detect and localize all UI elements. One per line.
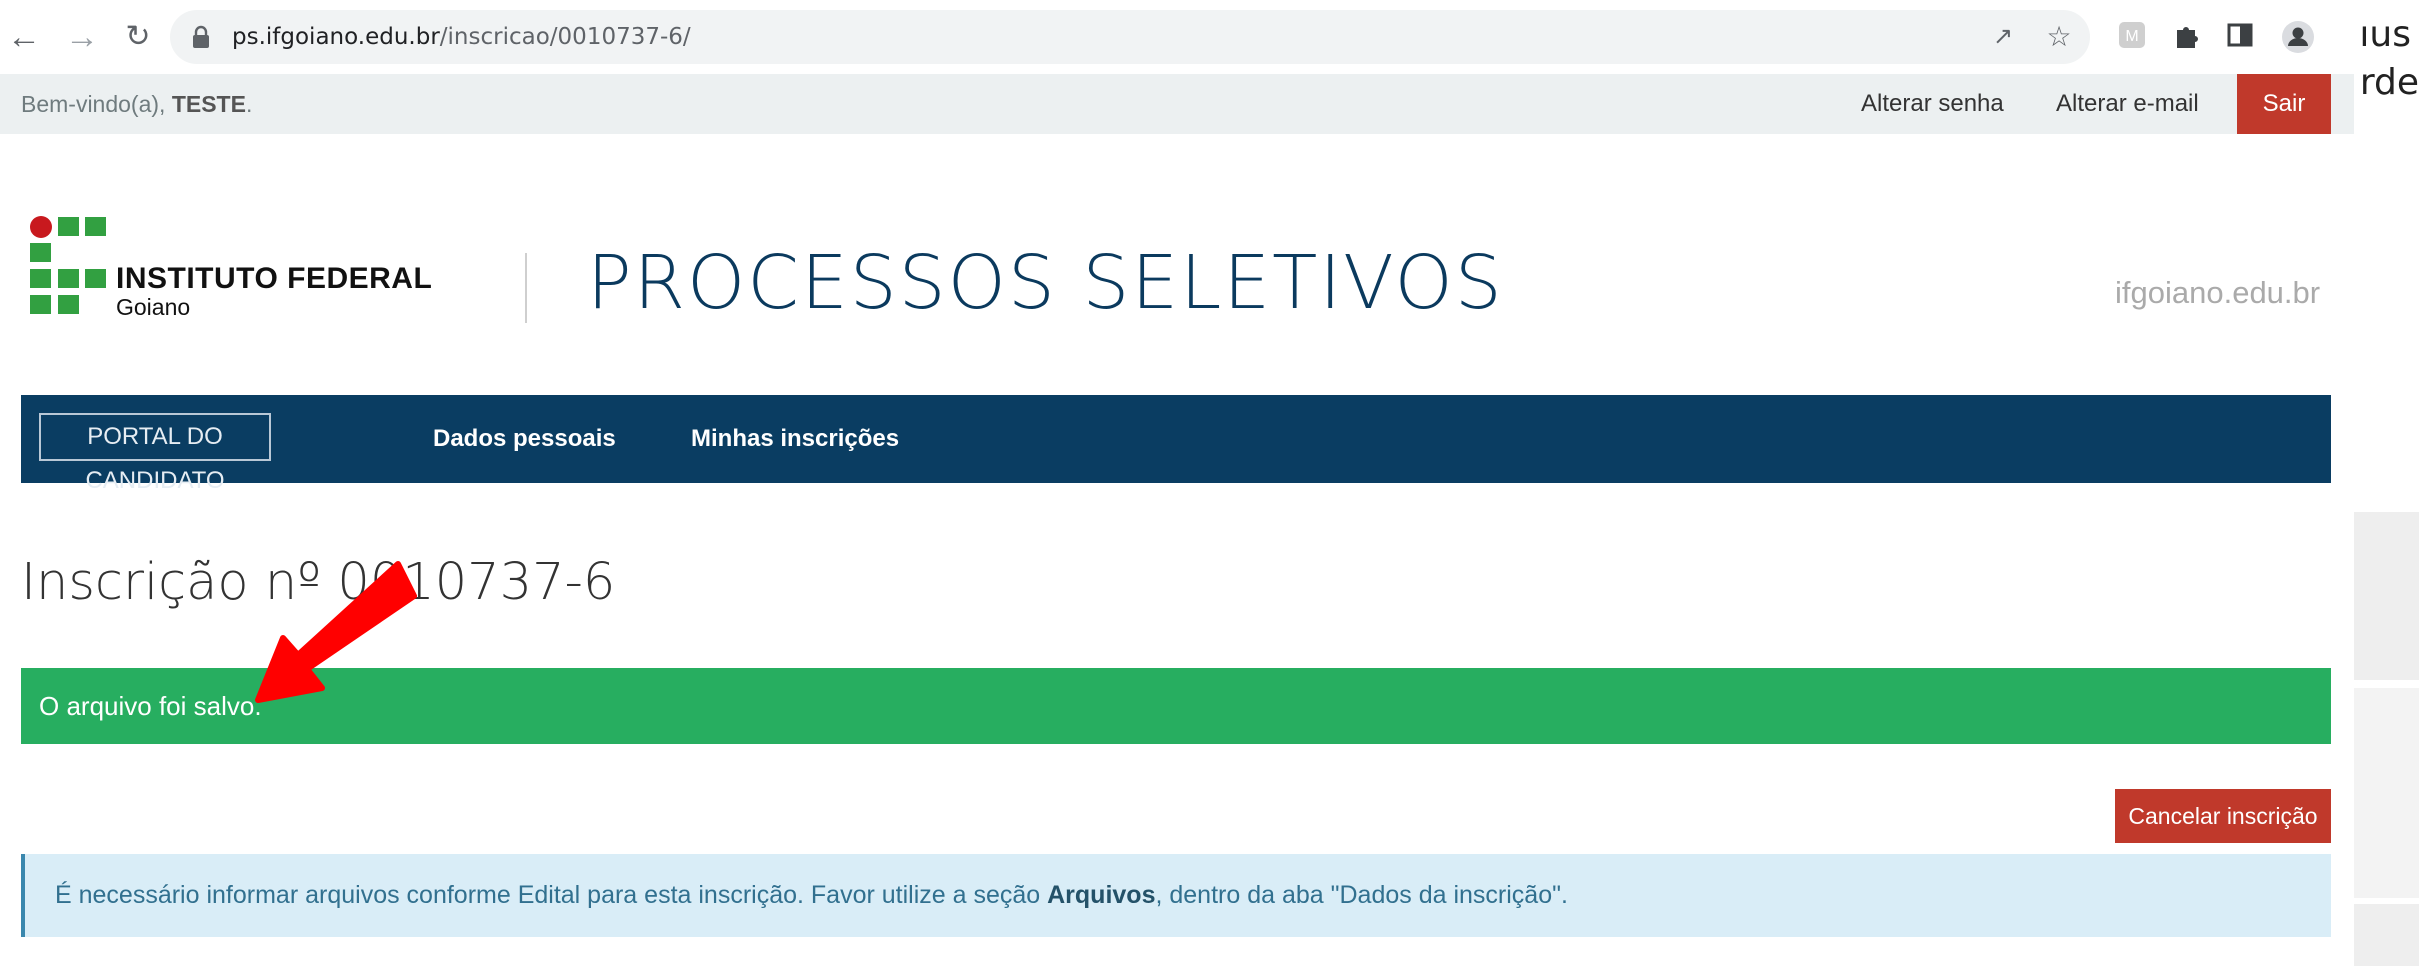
logo-square-blank	[58, 243, 79, 262]
share-icon[interactable]: ↗	[1988, 22, 2018, 52]
success-alert: O arquivo foi salvo.	[21, 668, 2331, 744]
annotation-arrow	[255, 561, 417, 703]
lock-icon[interactable]	[192, 25, 210, 49]
change-password-link[interactable]: Alterar senha	[1861, 74, 2004, 134]
user-bar: Bem-vindo(a), TESTE. Alterar senha Alter…	[0, 74, 2354, 134]
logo-square	[58, 269, 79, 288]
background-text: rde	[2359, 62, 2419, 103]
logo-red-dot	[30, 216, 52, 238]
change-email-link[interactable]: Alterar e-mail	[2056, 74, 2199, 134]
forward-icon[interactable]: →	[62, 14, 102, 60]
profile-avatar-icon[interactable]	[2280, 20, 2316, 56]
site-title: PROCESSOS SELETIVOS	[587, 240, 1504, 326]
nav-portal-candidato[interactable]: PORTAL DO CANDIDATO	[39, 413, 271, 494]
header-divider	[525, 253, 527, 323]
logo-subtitle: Goiano	[116, 294, 191, 320]
bookmark-star-icon[interactable]: ☆	[2044, 22, 2074, 52]
main-navbar: PORTAL DO CANDIDATO Dados pessoais Minha…	[21, 395, 2331, 494]
if-goiano-logo[interactable]: INSTITUTO FEDERAL Goiano	[30, 216, 432, 320]
background-block	[2354, 512, 2419, 680]
nav-minhas-inscricoes[interactable]: Minhas inscrições	[691, 395, 899, 483]
nav-dados-pessoais[interactable]: Dados pessoais	[433, 395, 616, 483]
logo-square	[58, 295, 79, 314]
background-text: ıus	[2359, 14, 2411, 55]
logo-square	[85, 269, 106, 288]
logo-square	[30, 295, 51, 314]
back-icon[interactable]: ←	[4, 14, 44, 60]
logo-square	[30, 243, 51, 262]
puzzle-extensions-icon[interactable]	[2168, 20, 2204, 56]
logo-title: INSTITUTO FEDERAL	[116, 262, 433, 295]
site-domain-link[interactable]: ifgoiano.edu.br	[2115, 275, 2320, 311]
address-bar[interactable]: ps.ifgoiano.edu.br/inscricao/0010737-6/ …	[170, 10, 2090, 64]
background-block	[2354, 688, 2419, 898]
welcome-text: Bem-vindo(a), TESTE.	[21, 91, 253, 117]
svg-text:M: M	[2125, 28, 2138, 45]
logo-square	[30, 269, 51, 288]
logo-square	[85, 217, 106, 236]
logo-square	[58, 217, 79, 236]
background-block	[2354, 904, 2419, 966]
info-alert: É necessário informar arquivos conforme …	[21, 854, 2331, 937]
extension-m-icon[interactable]: M	[2114, 20, 2150, 56]
address-url[interactable]: ps.ifgoiano.edu.br/inscricao/0010737-6/	[232, 10, 691, 64]
browser-toolbar: ← → ↻ ps.ifgoiano.edu.br/inscricao/00107…	[0, 0, 2354, 74]
cancel-registration-button[interactable]: Cancelar inscrição	[2115, 789, 2331, 843]
reload-icon[interactable]: ↻	[118, 14, 158, 60]
page-title: Inscrição nº 0010737-6	[21, 553, 616, 612]
arquivos-emphasis: Arquivos	[1047, 881, 1156, 909]
logout-button[interactable]: Sair	[2237, 74, 2331, 134]
side-panel-icon[interactable]	[2222, 20, 2258, 56]
